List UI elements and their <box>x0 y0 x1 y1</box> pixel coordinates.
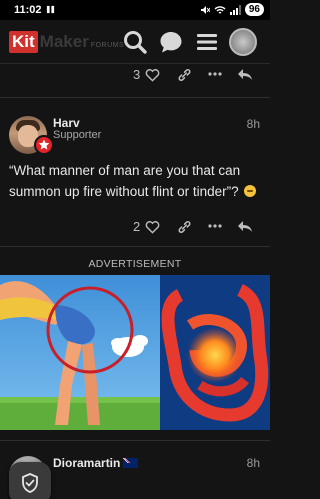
mute-icon <box>200 5 210 14</box>
logo-forums: FORUMS <box>90 42 125 49</box>
advertisement-image[interactable] <box>0 275 270 430</box>
next-post-username: Dioramartin <box>53 456 121 470</box>
site-logo[interactable]: Kit Maker FORUMS <box>9 31 124 53</box>
chat-icon[interactable] <box>158 29 184 55</box>
post-divider <box>0 97 270 98</box>
post-actions: 2 <box>0 216 270 238</box>
wifi-icon <box>214 5 226 14</box>
more-options-icon[interactable] <box>206 66 224 82</box>
heart-icon[interactable] <box>145 220 160 234</box>
site-header: Kit Maker FORUMS <box>0 20 270 64</box>
post-time[interactable]: 8h <box>247 117 260 131</box>
like-count: 2 <box>133 219 141 234</box>
battery-indicator: 96 <box>244 3 264 16</box>
advertisement-label: ADVERTISEMENT <box>88 258 182 270</box>
notification-icon <box>46 5 55 14</box>
australia-flag-icon <box>123 458 139 468</box>
logo-maker: Maker <box>39 32 89 51</box>
post-username[interactable]: Harv <box>53 116 80 130</box>
reply-icon[interactable] <box>237 219 253 233</box>
heart-icon[interactable] <box>145 68 160 82</box>
status-bar: 11:02 96 <box>0 0 270 20</box>
reply-icon[interactable] <box>237 67 253 81</box>
star-icon <box>38 139 50 150</box>
status-time: 11:02 <box>14 4 42 16</box>
post-text: “What manner of man are you that can sum… <box>9 163 241 199</box>
thinking-face-icon <box>244 185 257 197</box>
status-icons: 96 <box>200 3 264 16</box>
like-count: 3 <box>133 67 141 82</box>
menu-icon[interactable] <box>194 29 220 55</box>
link-icon[interactable] <box>177 68 192 82</box>
post-divider <box>0 440 270 441</box>
logo-kit: Kit <box>9 31 38 53</box>
post-body: “What manner of man are you that can sum… <box>9 160 263 202</box>
post-divider <box>0 246 270 247</box>
more-options-icon[interactable] <box>206 218 224 234</box>
previous-post-actions: 3 <box>0 64 270 86</box>
signal-icon <box>229 4 241 15</box>
search-icon[interactable] <box>122 29 148 55</box>
user-avatar[interactable] <box>229 28 257 56</box>
shield-icon <box>22 473 38 493</box>
privacy-shield-button[interactable] <box>9 462 51 499</box>
link-icon[interactable] <box>177 220 192 234</box>
post-user-title: Supporter <box>53 129 102 141</box>
next-post-time[interactable]: 8h <box>247 456 260 470</box>
supporter-badge <box>34 135 54 155</box>
next-post-username-row[interactable]: Dioramartin <box>53 456 139 470</box>
